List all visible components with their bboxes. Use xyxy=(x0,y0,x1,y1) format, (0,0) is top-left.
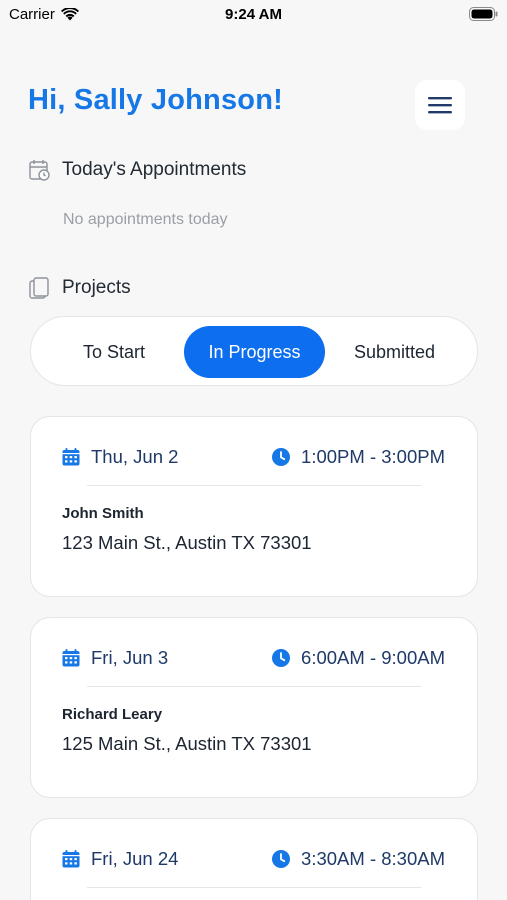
projects-heading-label: Projects xyxy=(62,277,131,298)
calendar-icon xyxy=(62,850,80,868)
tab-in-progress[interactable]: In Progress xyxy=(184,326,325,378)
tab-to-start[interactable]: To Start xyxy=(41,326,187,378)
hamburger-menu-icon xyxy=(428,97,452,114)
clock-icon xyxy=(272,448,291,466)
card-divider xyxy=(87,686,421,687)
battery-icon xyxy=(469,7,498,25)
card-date: Thu, Jun 2 xyxy=(62,446,178,468)
card-time: 6:00AM - 9:00AM xyxy=(272,647,445,669)
card-address: 123 Main St., Austin TX 73301 xyxy=(62,532,312,553)
card-divider xyxy=(87,485,421,486)
clock-icon xyxy=(272,850,291,868)
menu-button[interactable] xyxy=(415,80,465,130)
card-date-label: Fri, Jun 3 xyxy=(91,647,169,668)
card-address: 125 Main St., Austin TX 73301 xyxy=(62,733,312,754)
calendar-icon xyxy=(62,448,80,466)
card-date-label: Fri, Jun 24 xyxy=(91,848,179,869)
clock-icon xyxy=(272,649,291,667)
status-time: 9:24 AM xyxy=(225,6,282,23)
appointments-heading: Today's Appointments xyxy=(28,158,246,182)
documents-icon xyxy=(28,276,52,300)
card-time-label: 1:00PM - 3:00PM xyxy=(301,446,445,467)
calendar-icon xyxy=(62,649,80,667)
project-card[interactable]: Thu, Jun 2 1:00PM - 3:00PM John Smith 12… xyxy=(30,416,478,597)
card-time-label: 6:00AM - 9:00AM xyxy=(301,647,445,668)
project-card[interactable]: Fri, Jun 24 3:30AM - 8:30AM xyxy=(30,818,478,900)
card-date: Fri, Jun 24 xyxy=(62,848,178,870)
status-bar: Carrier 9:24 AM xyxy=(0,0,507,28)
tab-submitted[interactable]: Submitted xyxy=(322,326,467,378)
card-client-name: John Smith xyxy=(62,505,144,522)
projects-heading: Projects xyxy=(28,276,131,300)
card-time-label: 3:30AM - 8:30AM xyxy=(301,848,445,869)
card-time: 1:00PM - 3:00PM xyxy=(272,446,445,468)
greeting-title: Hi, Sally Johnson! xyxy=(28,84,283,116)
project-card[interactable]: Fri, Jun 3 6:00AM - 9:00AM Richard Leary… xyxy=(30,617,478,798)
card-date: Fri, Jun 3 xyxy=(62,647,168,669)
appointments-heading-label: Today's Appointments xyxy=(62,159,247,180)
card-time: 3:30AM - 8:30AM xyxy=(272,848,445,870)
card-date-label: Thu, Jun 2 xyxy=(91,446,179,467)
card-client-name: Richard Leary xyxy=(62,706,163,723)
card-divider xyxy=(87,887,421,888)
no-appointments-text: No appointments today xyxy=(63,211,228,228)
project-status-tabs: To Start In Progress Submitted xyxy=(30,316,478,386)
calendar-clock-icon xyxy=(28,158,52,182)
